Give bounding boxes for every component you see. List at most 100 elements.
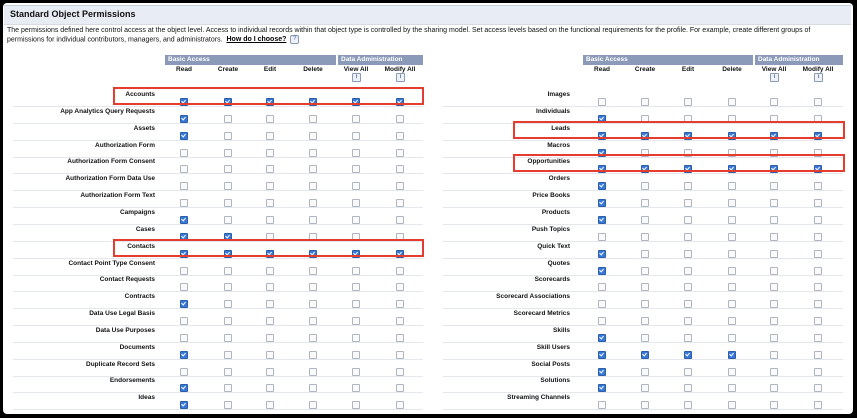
checkbox-orders-edit[interactable]: [684, 182, 692, 191]
how-do-i-choose-link[interactable]: How do I choose?: [227, 36, 287, 43]
checkbox-authorization-form-delete[interactable]: [309, 148, 317, 157]
info-icon[interactable]: i: [814, 73, 823, 82]
checkbox-authorization-form-data-use-edit[interactable]: [266, 182, 274, 191]
checkbox-campaigns-delete[interactable]: [309, 215, 317, 224]
checkbox-streaming-channels-read[interactable]: [598, 401, 606, 410]
checkbox-skill-users-create[interactable]: [641, 350, 649, 359]
checkbox-price-books-read[interactable]: [598, 199, 606, 208]
checkbox-authorization-form-create[interactable]: [224, 148, 232, 157]
checkbox-push-topics-create[interactable]: [641, 232, 649, 241]
checkbox-authorization-form-text-modify-all[interactable]: [396, 199, 404, 208]
checkbox-contact-requests-delete[interactable]: [309, 283, 317, 292]
checkbox-quick-text-create[interactable]: [641, 249, 649, 258]
checkbox-streaming-channels-create[interactable]: [641, 401, 649, 410]
checkbox-data-use-legal-basis-read[interactable]: [180, 317, 188, 326]
checkbox-ideas-create[interactable]: [224, 401, 232, 410]
checkbox-price-books-modify-all[interactable]: [814, 199, 822, 208]
checkbox-skills-read[interactable]: [598, 333, 606, 342]
checkbox-data-use-legal-basis-delete[interactable]: [309, 317, 317, 326]
checkbox-assets-delete[interactable]: [309, 131, 317, 140]
checkbox-data-use-purposes-view-all[interactable]: [352, 333, 360, 342]
checkbox-images-delete[interactable]: [728, 98, 736, 106]
checkbox-quick-text-read[interactable]: [598, 249, 606, 258]
checkbox-scorecard-associations-modify-all[interactable]: [814, 300, 822, 309]
checkbox-streaming-channels-edit[interactable]: [684, 401, 692, 410]
checkbox-data-use-legal-basis-create[interactable]: [224, 317, 232, 326]
checkbox-price-books-delete[interactable]: [728, 199, 736, 208]
checkbox-documents-view-all[interactable]: [352, 350, 360, 359]
checkbox-documents-read[interactable]: [180, 350, 188, 359]
checkbox-quotes-create[interactable]: [641, 266, 649, 275]
checkbox-skills-edit[interactable]: [684, 333, 692, 342]
checkbox-push-topics-view-all[interactable]: [770, 232, 778, 241]
checkbox-authorization-form-consent-create[interactable]: [224, 165, 232, 174]
help-icon[interactable]: ?: [290, 35, 300, 44]
checkbox-data-use-purposes-read[interactable]: [180, 333, 188, 342]
checkbox-endorsements-modify-all[interactable]: [396, 384, 404, 393]
checkbox-quick-text-edit[interactable]: [684, 249, 692, 258]
checkbox-solutions-view-all[interactable]: [770, 384, 778, 393]
checkbox-orders-view-all[interactable]: [770, 182, 778, 191]
checkbox-app-analytics-query-requests-delete[interactable]: [309, 114, 317, 123]
checkbox-contact-requests-view-all[interactable]: [352, 283, 360, 292]
checkbox-scorecards-read[interactable]: [598, 283, 606, 292]
checkbox-data-use-legal-basis-modify-all[interactable]: [396, 317, 404, 326]
checkbox-orders-create[interactable]: [641, 182, 649, 191]
checkbox-app-analytics-query-requests-create[interactable]: [224, 114, 232, 123]
checkbox-contact-point-type-consent-edit[interactable]: [266, 266, 274, 275]
checkbox-contracts-create[interactable]: [224, 300, 232, 309]
checkbox-campaigns-create[interactable]: [224, 215, 232, 224]
checkbox-products-modify-all[interactable]: [814, 215, 822, 224]
checkbox-app-analytics-query-requests-edit[interactable]: [266, 114, 274, 123]
checkbox-authorization-form-view-all[interactable]: [352, 148, 360, 157]
checkbox-authorization-form-consent-delete[interactable]: [309, 165, 317, 174]
checkbox-scorecard-associations-read[interactable]: [598, 300, 606, 309]
checkbox-endorsements-delete[interactable]: [309, 384, 317, 393]
checkbox-scorecard-metrics-edit[interactable]: [684, 317, 692, 326]
checkbox-contracts-edit[interactable]: [266, 300, 274, 309]
checkbox-scorecard-metrics-modify-all[interactable]: [814, 317, 822, 326]
checkbox-skill-users-modify-all[interactable]: [814, 350, 822, 359]
checkbox-skills-create[interactable]: [641, 333, 649, 342]
checkbox-duplicate-record-sets-create[interactable]: [224, 367, 232, 376]
checkbox-push-topics-edit[interactable]: [684, 232, 692, 241]
checkbox-assets-read[interactable]: [180, 131, 188, 140]
checkbox-streaming-channels-modify-all[interactable]: [814, 401, 822, 410]
checkbox-endorsements-create[interactable]: [224, 384, 232, 393]
checkbox-documents-modify-all[interactable]: [396, 350, 404, 359]
checkbox-solutions-delete[interactable]: [728, 384, 736, 393]
checkbox-assets-view-all[interactable]: [352, 131, 360, 140]
info-icon[interactable]: i: [396, 73, 405, 82]
checkbox-documents-edit[interactable]: [266, 350, 274, 359]
checkbox-scorecard-metrics-create[interactable]: [641, 317, 649, 326]
checkbox-images-edit[interactable]: [684, 98, 692, 106]
info-icon[interactable]: i: [770, 73, 779, 82]
checkbox-skill-users-delete[interactable]: [728, 350, 736, 359]
checkbox-ideas-edit[interactable]: [266, 401, 274, 410]
checkbox-authorization-form-consent-view-all[interactable]: [352, 165, 360, 174]
checkbox-quick-text-view-all[interactable]: [770, 249, 778, 258]
checkbox-authorization-form-text-create[interactable]: [224, 199, 232, 208]
checkbox-images-create[interactable]: [641, 98, 649, 106]
checkbox-quotes-modify-all[interactable]: [814, 266, 822, 275]
checkbox-app-analytics-query-requests-modify-all[interactable]: [396, 114, 404, 123]
checkbox-app-analytics-query-requests-view-all[interactable]: [352, 114, 360, 123]
checkbox-documents-create[interactable]: [224, 350, 232, 359]
checkbox-contact-point-type-consent-create[interactable]: [224, 266, 232, 275]
checkbox-contact-point-type-consent-delete[interactable]: [309, 266, 317, 275]
checkbox-endorsements-view-all[interactable]: [352, 384, 360, 393]
checkbox-push-topics-modify-all[interactable]: [814, 232, 822, 241]
checkbox-endorsements-edit[interactable]: [266, 384, 274, 393]
checkbox-contracts-modify-all[interactable]: [396, 300, 404, 309]
checkbox-app-analytics-query-requests-read[interactable]: [180, 114, 188, 123]
checkbox-campaigns-view-all[interactable]: [352, 215, 360, 224]
checkbox-skills-view-all[interactable]: [770, 333, 778, 342]
checkbox-orders-modify-all[interactable]: [814, 182, 822, 191]
checkbox-scorecards-edit[interactable]: [684, 283, 692, 292]
checkbox-campaigns-read[interactable]: [180, 215, 188, 224]
checkbox-authorization-form-modify-all[interactable]: [396, 148, 404, 157]
checkbox-products-view-all[interactable]: [770, 215, 778, 224]
checkbox-contracts-read[interactable]: [180, 300, 188, 309]
checkbox-authorization-form-data-use-view-all[interactable]: [352, 182, 360, 191]
checkbox-authorization-form-data-use-modify-all[interactable]: [396, 182, 404, 191]
